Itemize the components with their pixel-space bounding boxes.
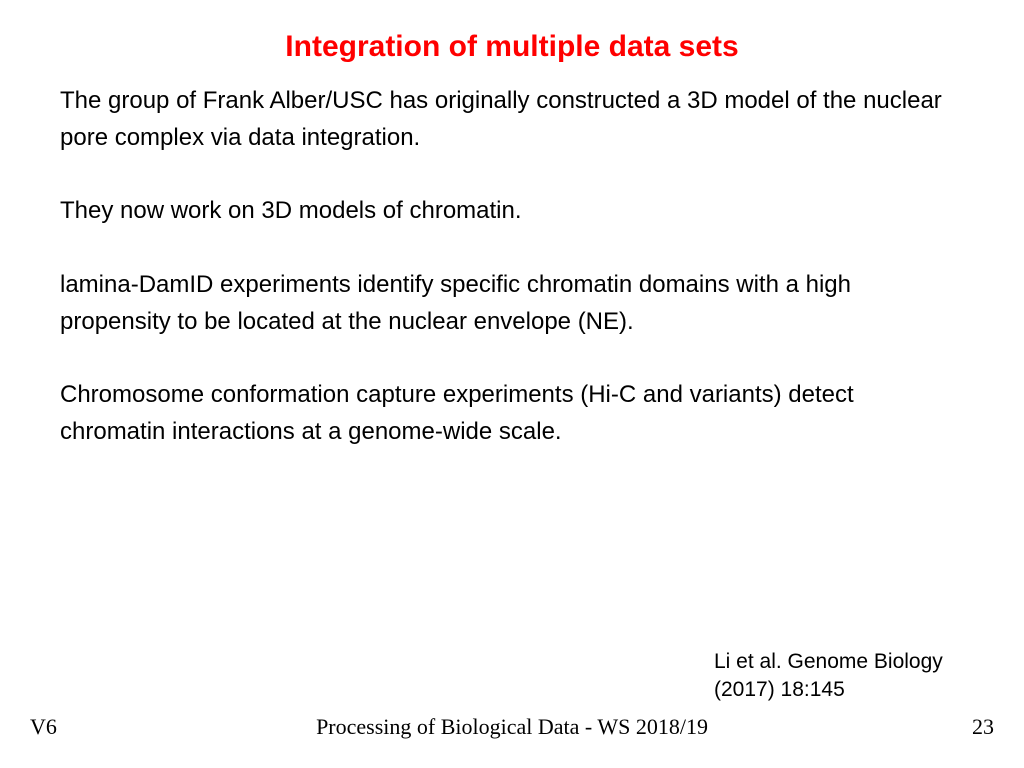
slide-container: Integration of multiple data sets The gr… xyxy=(0,0,1024,768)
footer-page-number: 23 xyxy=(972,714,994,740)
footer-version-label: V6 xyxy=(30,714,57,740)
paragraph-1: The group of Frank Alber/USC has origina… xyxy=(60,82,964,156)
footer-course-label: Processing of Biological Data - WS 2018/… xyxy=(316,714,708,740)
citation-text: Li et al. Genome Biology (2017) 18:145 xyxy=(714,648,964,703)
slide-title: Integration of multiple data sets xyxy=(60,30,964,64)
paragraph-2: They now work on 3D models of chromatin. xyxy=(60,192,964,229)
paragraph-3: lamina-DamID experiments identify specif… xyxy=(60,266,964,340)
paragraph-4: Chromosome conformation capture experime… xyxy=(60,376,964,450)
